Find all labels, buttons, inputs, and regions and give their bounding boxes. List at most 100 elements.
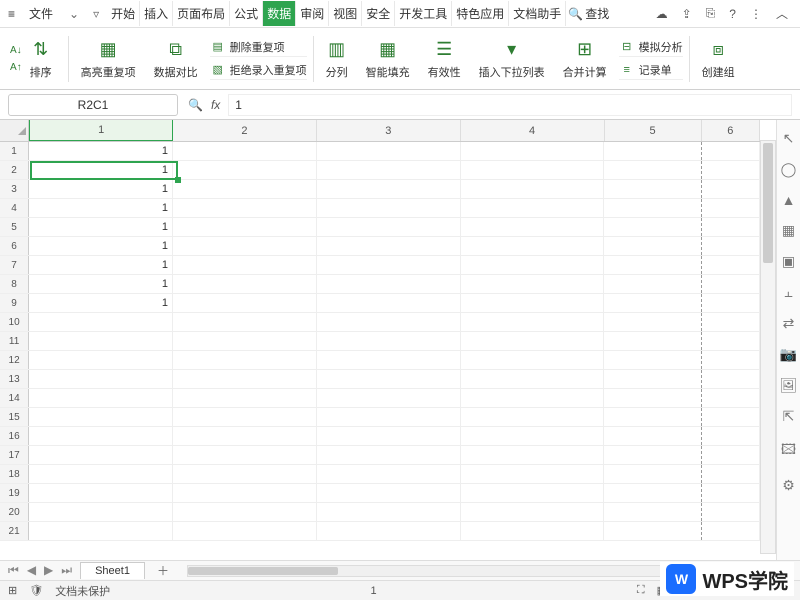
cell[interactable] bbox=[604, 332, 701, 350]
cell[interactable] bbox=[702, 427, 760, 445]
reject-dup-button[interactable]: ▧拒绝录入重复项 bbox=[210, 61, 307, 80]
tab-special[interactable]: 特色应用 bbox=[452, 1, 509, 26]
history-dropdown-icon[interactable]: ▿ bbox=[87, 5, 105, 23]
row-header[interactable]: 7 bbox=[0, 256, 29, 274]
cell[interactable] bbox=[317, 237, 461, 255]
cell[interactable] bbox=[173, 237, 317, 255]
smart-fill-button[interactable]: ▦智能填充 bbox=[360, 31, 416, 87]
cell[interactable] bbox=[604, 370, 701, 388]
cell[interactable] bbox=[461, 237, 605, 255]
status-menu-icon[interactable]: ⊞ bbox=[8, 584, 17, 597]
cell[interactable] bbox=[702, 256, 760, 274]
row-header[interactable]: 6 bbox=[0, 237, 29, 255]
fx-insert-icon[interactable]: 🔍 bbox=[188, 98, 203, 112]
cell[interactable] bbox=[461, 199, 605, 217]
cell[interactable] bbox=[317, 427, 461, 445]
cell[interactable] bbox=[461, 370, 605, 388]
more-icon[interactable]: ⋮ bbox=[750, 7, 762, 21]
cell[interactable] bbox=[461, 522, 605, 540]
row-header[interactable]: 5 bbox=[0, 218, 29, 236]
row-header[interactable]: 4 bbox=[0, 199, 29, 217]
cell[interactable] bbox=[461, 218, 605, 236]
cell[interactable] bbox=[604, 427, 701, 445]
row-header[interactable]: 12 bbox=[0, 351, 29, 369]
cell[interactable] bbox=[173, 332, 317, 350]
create-group-button[interactable]: ⧈创建组 bbox=[696, 31, 741, 87]
cell[interactable] bbox=[317, 484, 461, 502]
cell[interactable] bbox=[29, 484, 173, 502]
cell[interactable] bbox=[173, 427, 317, 445]
share-icon[interactable]: ⇪ bbox=[682, 7, 692, 21]
row-header[interactable]: 18 bbox=[0, 465, 29, 483]
chart-tool-icon[interactable]: ⫠ bbox=[784, 284, 792, 301]
apps-icon[interactable]: ▣ bbox=[782, 253, 795, 270]
cell[interactable] bbox=[702, 218, 760, 236]
cell[interactable] bbox=[604, 503, 701, 521]
hamburger-icon[interactable]: ≡ bbox=[4, 5, 19, 23]
insert-dropdown-button[interactable]: ▾插入下拉列表 bbox=[473, 31, 551, 87]
tab-view[interactable]: 视图 bbox=[329, 1, 362, 26]
sheet-next-icon[interactable]: ▶ bbox=[42, 563, 55, 578]
cell[interactable] bbox=[317, 256, 461, 274]
cell[interactable] bbox=[317, 313, 461, 331]
tab-data[interactable]: 数据 bbox=[263, 1, 296, 26]
cell[interactable]: 1 bbox=[29, 237, 173, 255]
highlight-dup-button[interactable]: ▦高亮重复项 bbox=[75, 31, 142, 87]
cell[interactable] bbox=[29, 522, 173, 540]
vertical-scrollbar[interactable] bbox=[760, 140, 776, 554]
tab-security[interactable]: 安全 bbox=[362, 1, 395, 26]
vertical-scroll-thumb[interactable] bbox=[763, 143, 773, 263]
cell[interactable] bbox=[702, 142, 760, 160]
cell[interactable] bbox=[702, 351, 760, 369]
cell[interactable] bbox=[604, 161, 701, 179]
cell[interactable] bbox=[461, 484, 605, 502]
cell[interactable] bbox=[173, 465, 317, 483]
cell[interactable] bbox=[317, 180, 461, 198]
file-menu[interactable]: 文件 bbox=[21, 3, 61, 24]
cell[interactable] bbox=[317, 408, 461, 426]
row-header[interactable]: 20 bbox=[0, 503, 29, 521]
cell[interactable] bbox=[317, 218, 461, 236]
cell[interactable] bbox=[604, 389, 701, 407]
cell[interactable]: 1 bbox=[29, 142, 173, 160]
name-box[interactable]: R2C1 bbox=[8, 94, 178, 116]
tab-start[interactable]: 开始 bbox=[107, 1, 140, 26]
cell[interactable] bbox=[461, 332, 605, 350]
cell[interactable] bbox=[173, 142, 317, 160]
tab-devtools[interactable]: 开发工具 bbox=[395, 1, 452, 26]
cell[interactable] bbox=[604, 142, 701, 160]
whatif-button[interactable]: ⊟模拟分析 bbox=[619, 38, 683, 57]
row-header[interactable]: 8 bbox=[0, 275, 29, 293]
cell[interactable] bbox=[173, 161, 317, 179]
fx-label[interactable]: fx bbox=[211, 98, 220, 112]
transfer-icon[interactable]: ⇄ bbox=[783, 315, 795, 332]
row-header[interactable]: 16 bbox=[0, 427, 29, 445]
cell[interactable] bbox=[604, 275, 701, 293]
cell[interactable] bbox=[702, 332, 760, 350]
tab-formula[interactable]: 公式 bbox=[230, 1, 263, 26]
cell[interactable] bbox=[173, 218, 317, 236]
cell[interactable] bbox=[173, 313, 317, 331]
cell[interactable] bbox=[173, 199, 317, 217]
sheet-first-icon[interactable]: ⏮ bbox=[6, 563, 21, 578]
cell[interactable] bbox=[604, 256, 701, 274]
row-header[interactable]: 17 bbox=[0, 446, 29, 464]
cell[interactable]: 1 bbox=[29, 256, 173, 274]
cell[interactable] bbox=[173, 408, 317, 426]
sort-group[interactable]: A↓A↑ ⇅排序 bbox=[6, 31, 62, 87]
row-header[interactable]: 2 bbox=[0, 161, 29, 179]
cell[interactable] bbox=[702, 294, 760, 312]
cell[interactable] bbox=[604, 465, 701, 483]
cell[interactable]: 1 bbox=[29, 199, 173, 217]
cell[interactable] bbox=[173, 522, 317, 540]
tab-insert[interactable]: 插入 bbox=[140, 1, 173, 26]
cell[interactable] bbox=[317, 199, 461, 217]
cell[interactable] bbox=[29, 408, 173, 426]
cell[interactable] bbox=[461, 180, 605, 198]
cell[interactable] bbox=[317, 161, 461, 179]
tab-dochelper[interactable]: 文档助手 bbox=[509, 1, 566, 26]
sheet-prev-icon[interactable]: ◀ bbox=[25, 563, 38, 578]
row-header[interactable]: 19 bbox=[0, 484, 29, 502]
cell[interactable] bbox=[461, 389, 605, 407]
cell[interactable]: 1 bbox=[29, 275, 173, 293]
